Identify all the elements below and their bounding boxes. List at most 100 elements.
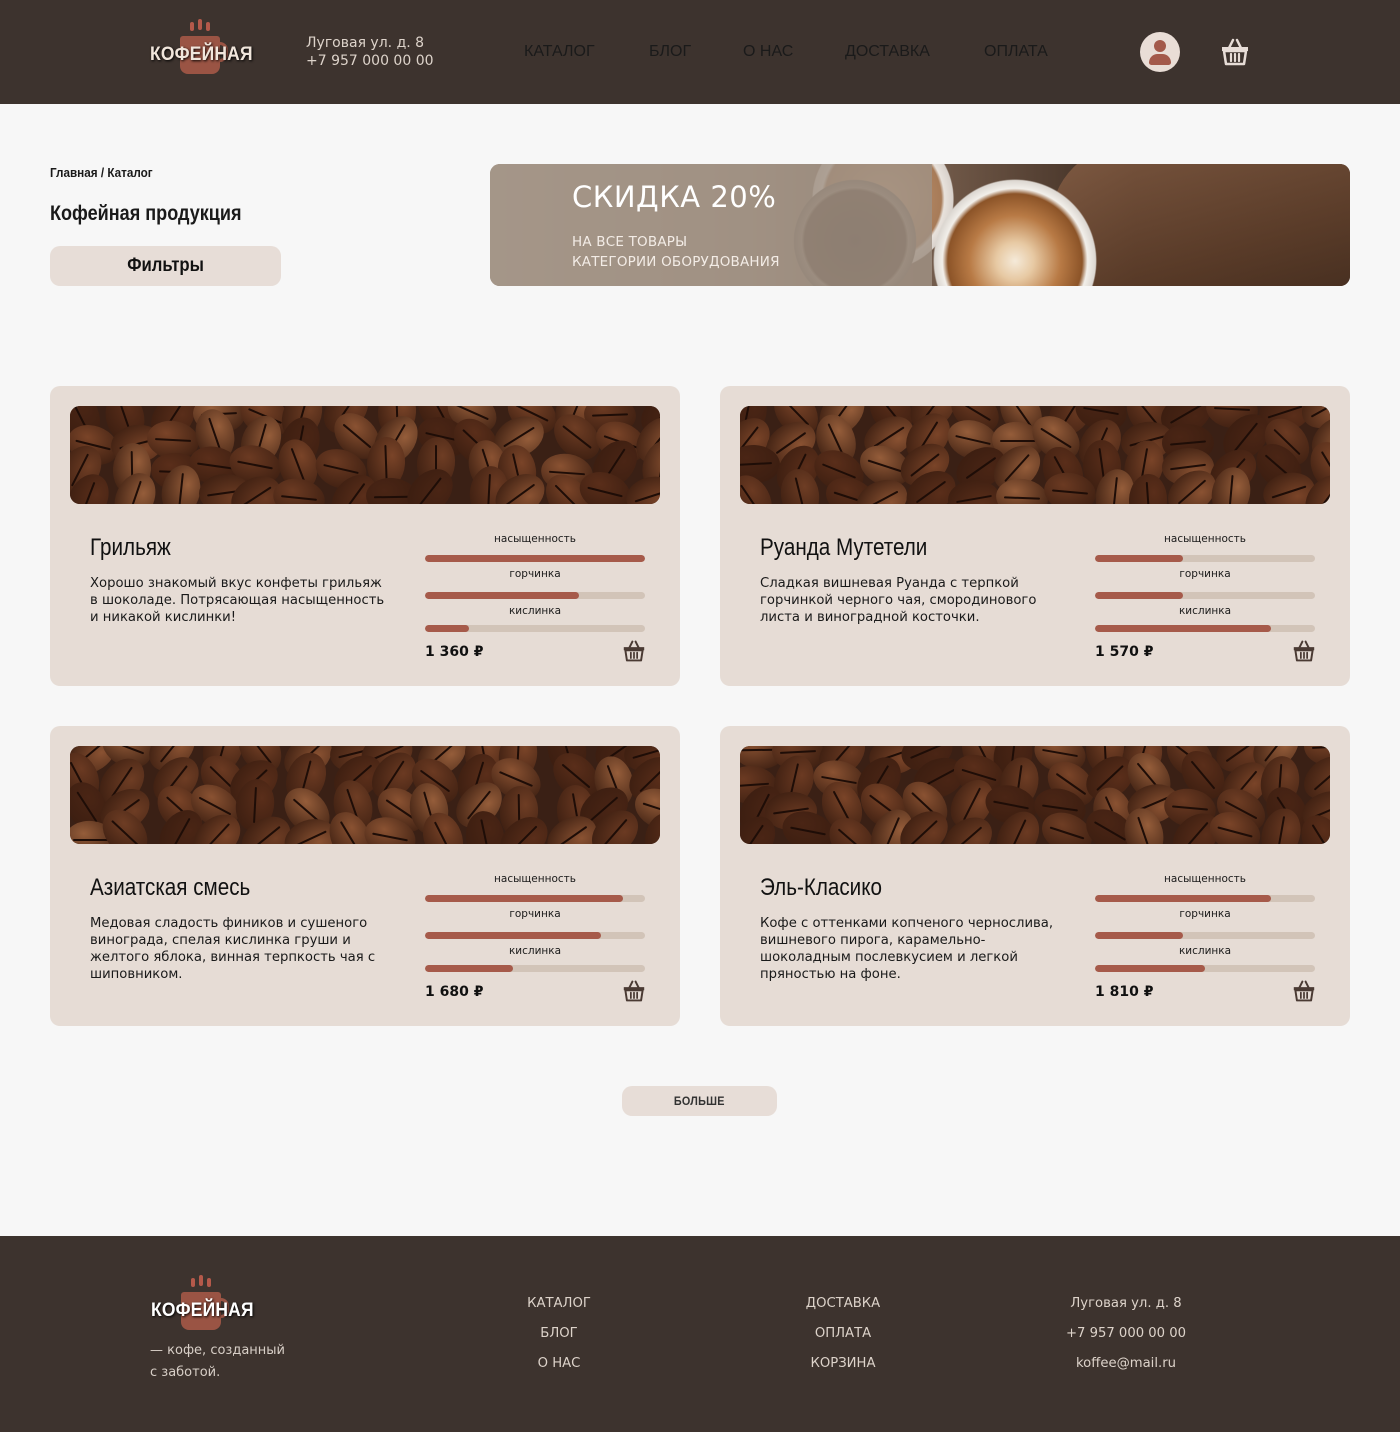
bitterness-fill: [425, 592, 579, 599]
product-name[interactable]: Руанда Мутетели: [760, 534, 927, 562]
footer-link-payment[interactable]: ОПЛАТА: [783, 1324, 903, 1354]
bitterness-meter: [425, 932, 645, 939]
product-name[interactable]: Грильяж: [90, 534, 171, 562]
bitterness-fill: [1095, 932, 1183, 939]
load-more-label: БОЛЬШЕ: [674, 1094, 725, 1108]
saturation-meter: [1095, 555, 1315, 562]
acidity-meter: [425, 625, 645, 632]
steam-icon: [198, 19, 202, 30]
footer-logo[interactable]: КОФЕЙНАЯ: [151, 1275, 261, 1338]
nav-payment[interactable]: ОПЛАТА: [984, 43, 1048, 61]
product-price: 1 360 ₽: [425, 644, 484, 660]
acidity-label: кислинка: [1178, 605, 1232, 617]
saturation-meter: [1095, 895, 1315, 902]
product-description: Медовая сладость фиников и сушеного вино…: [90, 916, 376, 982]
logo-text: КОФЕЙНАЯ: [150, 44, 253, 65]
saturation-fill: [1095, 555, 1183, 562]
product-name[interactable]: Эль-Класико: [760, 874, 882, 902]
steam-icon: [206, 22, 210, 31]
bitterness-label: горчинка: [509, 568, 561, 580]
load-more-button[interactable]: БОЛЬШЕ: [622, 1086, 777, 1116]
footer-link-blog[interactable]: БЛОГ: [509, 1324, 609, 1354]
saturation-label: насыщенность: [1164, 533, 1246, 545]
bitterness-label: горчинка: [509, 908, 561, 920]
nav-blog[interactable]: БЛОГ: [649, 43, 691, 61]
site-header: КОФЕЙНАЯ Луговая ул. д. 8 +7 957 000 00 …: [0, 0, 1400, 104]
saturation-label: насыщенность: [494, 873, 576, 885]
saturation-meter: [425, 895, 645, 902]
saturation-fill: [425, 555, 645, 562]
product-card[interactable]: Азиатская смесь Медовая сладость фиников …: [50, 726, 680, 1026]
filters-button-label: Фильтры: [127, 255, 204, 276]
acidity-meter: [1095, 965, 1315, 972]
nav-about[interactable]: О НАС: [743, 43, 793, 61]
header-contacts: Луговая ул. д. 8 +7 957 000 00 00: [306, 34, 434, 70]
tagline-line-1: — кофе, созданный: [150, 1343, 285, 1358]
bitterness-label: горчинка: [1179, 908, 1231, 920]
saturation-fill: [1095, 895, 1271, 902]
footer-contacts: Луговая ул. д. 8 +7 957 000 00 00 koffee…: [1056, 1294, 1196, 1384]
acidity-meter: [425, 965, 645, 972]
acidity-fill: [425, 965, 513, 972]
promo-banner[interactable]: СКИДКА 20% НА ВСЕ ТОВАРЫ КАТЕГОРИИ ОБОРУ…: [490, 164, 1350, 286]
footer-link-about[interactable]: О НАС: [509, 1354, 609, 1384]
banner-title: СКИДКА 20%: [572, 180, 777, 214]
steam-icon: [207, 1278, 211, 1287]
page-title: Кофейная продукция: [50, 202, 242, 225]
coffee-beans-image: [740, 746, 1330, 844]
acidity-meter: [1095, 625, 1315, 632]
footer-address: Луговая ул. д. 8: [1070, 1296, 1182, 1311]
banner-line-1: НА ВСЕ ТОВАРЫ: [572, 234, 688, 250]
acidity-fill: [1095, 965, 1205, 972]
product-card[interactable]: Эль-Класико Кофе с оттенками копченого че…: [720, 726, 1350, 1026]
footer-nav-2: ДОСТАВКА ОПЛАТА КОРЗИНА: [783, 1294, 903, 1384]
acidity-label: кислинка: [508, 945, 562, 957]
add-to-cart-icon[interactable]: [1292, 980, 1316, 1007]
acidity-fill: [425, 625, 469, 632]
nav-delivery[interactable]: ДОСТАВКА: [845, 43, 930, 61]
steam-icon: [190, 22, 194, 31]
tagline-line-2: с заботой.: [150, 1365, 221, 1380]
logo-text: КОФЕЙНАЯ: [151, 1300, 254, 1321]
banner-line-2: КАТЕГОРИИ ОБОРУДОВАНИЯ: [572, 254, 780, 270]
coffee-beans-image: [70, 406, 660, 504]
user-icon[interactable]: [1140, 32, 1180, 72]
footer-nav-1: КАТАЛОГ БЛОГ О НАС: [509, 1294, 609, 1384]
acidity-fill: [1095, 625, 1271, 632]
product-card[interactable]: Руанда Мутетели Сладкая вишневая Руанда с…: [720, 386, 1350, 686]
product-description: Хорошо знакомый вкус конфеты грильяж в ш…: [90, 576, 385, 625]
steam-icon: [191, 1278, 195, 1287]
footer-link-cart[interactable]: КОРЗИНА: [783, 1354, 903, 1384]
bitterness-fill: [1095, 592, 1183, 599]
breadcrumb[interactable]: Главная / Каталог: [50, 165, 153, 180]
acidity-label: кислинка: [508, 605, 562, 617]
footer-tagline: — кофе, созданный с заботой.: [150, 1340, 285, 1384]
banner-subtitle: НА ВСЕ ТОВАРЫ КАТЕГОРИИ ОБОРУДОВАНИЯ: [572, 232, 780, 272]
footer-email[interactable]: koffee@mail.ru: [1056, 1354, 1196, 1384]
product-card[interactable]: Грильяж Хорошо знакомый вкус конфеты грил…: [50, 386, 680, 686]
nav-catalog[interactable]: КАТАЛОГ: [524, 43, 595, 61]
bitterness-label: горчинка: [1179, 568, 1231, 580]
footer-phone[interactable]: +7 957 000 00 00: [1056, 1324, 1196, 1354]
add-to-cart-icon[interactable]: [622, 980, 646, 1007]
steam-icon: [199, 1275, 203, 1286]
logo[interactable]: КОФЕЙНАЯ: [150, 19, 260, 82]
product-price: 1 810 ₽: [1095, 984, 1154, 1000]
filters-button[interactable]: Фильтры: [50, 246, 281, 286]
product-description: Сладкая вишневая Руанда с терпкой горчин…: [760, 576, 1037, 625]
add-to-cart-icon[interactable]: [622, 640, 646, 667]
bitterness-meter: [425, 592, 645, 599]
footer-link-delivery[interactable]: ДОСТАВКА: [783, 1294, 903, 1324]
saturation-label: насыщенность: [494, 533, 576, 545]
footer-link-catalog[interactable]: КАТАЛОГ: [509, 1294, 609, 1324]
add-to-cart-icon[interactable]: [1292, 640, 1316, 667]
header-phone[interactable]: +7 957 000 00 00: [306, 52, 434, 70]
saturation-meter: [425, 555, 645, 562]
bitterness-meter: [1095, 592, 1315, 599]
saturation-fill: [425, 895, 623, 902]
header-address: Луговая ул. д. 8: [306, 35, 425, 51]
basket-icon[interactable]: [1220, 38, 1250, 66]
coffee-beans-image: [740, 406, 1330, 504]
product-price: 1 680 ₽: [425, 984, 484, 1000]
product-name[interactable]: Азиатская смесь: [90, 874, 250, 902]
